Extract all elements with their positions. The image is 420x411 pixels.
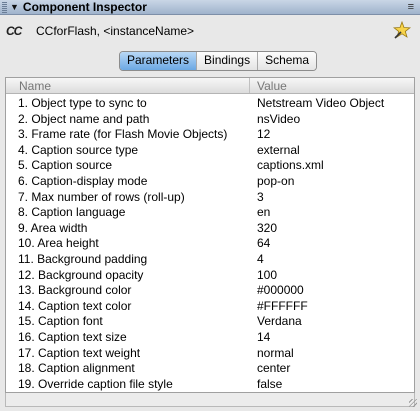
tab-bindings[interactable]: Bindings: [197, 52, 259, 70]
panel-title: Component Inspector: [22, 0, 147, 14]
resize-handle-icon[interactable]: [409, 399, 417, 407]
parameter-name: 16. Caption text size: [18, 329, 127, 344]
column-header-name[interactable]: Name: [19, 79, 51, 93]
table-row[interactable]: 5. Caption source captions.xml: [6, 157, 414, 173]
tab-parameters[interactable]: Parameters: [120, 52, 198, 70]
column-header-value[interactable]: Value: [257, 79, 287, 93]
parameter-name: 7. Max number of rows (roll-up): [18, 189, 185, 204]
parameter-value[interactable]: #FFFFFF: [257, 299, 308, 313]
parameter-value[interactable]: pop-on: [257, 174, 294, 188]
parameter-name: 19. Override caption file style: [18, 376, 173, 391]
table-row[interactable]: 8. Caption language en: [6, 204, 414, 220]
table-row[interactable]: 10. Area height 64: [6, 235, 414, 251]
component-label: CCforFlash, <instanceName>: [36, 24, 195, 38]
parameter-name: 2. Object name and path: [18, 111, 150, 126]
parameter-name: 12. Background opacity: [18, 267, 144, 282]
table-row[interactable]: 2. Object name and path nsVideo: [6, 111, 414, 127]
table-row[interactable]: 14. Caption text color #FFFFFF: [6, 298, 414, 314]
tab-schema[interactable]: Schema: [258, 52, 317, 70]
table-header: Name Value: [6, 78, 414, 94]
parameter-value[interactable]: 3: [257, 190, 264, 204]
parameter-value[interactable]: center: [257, 361, 290, 375]
table-row[interactable]: 13. Background color #000000: [6, 282, 414, 298]
tab-bar: Parameters Bindings Schema: [119, 51, 318, 71]
parameter-value[interactable]: false: [257, 377, 282, 391]
parameter-value[interactable]: 12: [257, 127, 270, 141]
horizontal-scrollbar[interactable]: [5, 393, 415, 407]
parameter-name: 18. Caption alignment: [18, 361, 135, 376]
table-row[interactable]: 17. Caption text weight normal: [6, 345, 414, 361]
parameter-value[interactable]: 100: [257, 268, 277, 282]
star-wand-icon[interactable]: [393, 21, 411, 39]
parameter-name: 11. Background padding: [18, 251, 148, 266]
parameter-name: 6. Caption-display mode: [18, 173, 148, 188]
component-header: CC CCforFlash, <instanceName>: [0, 16, 420, 46]
component-icon: CC: [6, 24, 22, 38]
table-row[interactable]: 3. Frame rate (for Flash Movie Objects) 1…: [6, 126, 414, 142]
parameter-value[interactable]: Verdana: [257, 314, 302, 328]
table-row[interactable]: 11. Background padding 4: [6, 251, 414, 267]
parameter-name: 1. Object type to sync to: [18, 96, 147, 110]
parameter-name: 17. Caption text weight: [18, 345, 141, 360]
parameter-name: 3. Frame rate (for Flash Movie Objects): [18, 127, 228, 142]
parameter-name: 8. Caption language: [18, 205, 126, 220]
column-divider[interactable]: [249, 78, 250, 93]
table-row[interactable]: 1. Object type to sync to Netstream Video…: [6, 95, 414, 111]
table-row[interactable]: 7. Max number of rows (roll-up) 3: [6, 189, 414, 205]
drag-grip-icon[interactable]: [2, 1, 7, 13]
parameter-value[interactable]: #000000: [257, 283, 304, 297]
parameter-name: 10. Area height: [18, 236, 99, 251]
table-row[interactable]: 12. Background opacity 100: [6, 267, 414, 283]
table-row[interactable]: 16. Caption text size 14: [6, 329, 414, 345]
parameter-name: 4. Caption source type: [18, 142, 139, 157]
table-row[interactable]: 18. Caption alignment center: [6, 360, 414, 376]
parameter-value[interactable]: Netstream Video Object: [257, 96, 384, 110]
parameter-name: 5. Caption source: [18, 158, 113, 173]
parameter-value[interactable]: captions.xml: [257, 158, 324, 172]
table-row[interactable]: 9. Area width 320: [6, 220, 414, 236]
parameter-value[interactable]: normal: [257, 346, 294, 360]
table-row[interactable]: 6. Caption-display mode pop-on: [6, 173, 414, 189]
parameter-value[interactable]: nsVideo: [257, 112, 300, 126]
parameter-name: 9. Area width: [18, 220, 88, 235]
parameter-name: 13. Background color: [18, 283, 132, 298]
parameter-value[interactable]: external: [257, 143, 300, 157]
parameter-name: 15. Caption font: [18, 314, 103, 329]
collapse-triangle-icon[interactable]: ▼: [10, 0, 19, 15]
panel-menu-icon[interactable]: ≡: [408, 1, 414, 14]
panel-titlebar[interactable]: ▼ Component Inspector ≡: [0, 0, 420, 15]
parameter-value[interactable]: 320: [257, 221, 277, 235]
table-row[interactable]: 15. Caption font Verdana: [6, 313, 414, 329]
parameter-value[interactable]: 4: [257, 252, 264, 266]
parameter-value[interactable]: en: [257, 205, 270, 219]
table-body: 1. Object type to sync to Netstream Video…: [6, 95, 414, 391]
parameters-table: Name Value 1. Object type to sync to Nets…: [5, 77, 415, 393]
parameter-name: 14. Caption text color: [18, 298, 132, 313]
table-row[interactable]: 19. Override caption file style false: [6, 376, 414, 392]
parameter-value[interactable]: 64: [257, 236, 270, 250]
table-row[interactable]: 4. Caption source type external: [6, 142, 414, 158]
parameter-value[interactable]: 14: [257, 330, 270, 344]
